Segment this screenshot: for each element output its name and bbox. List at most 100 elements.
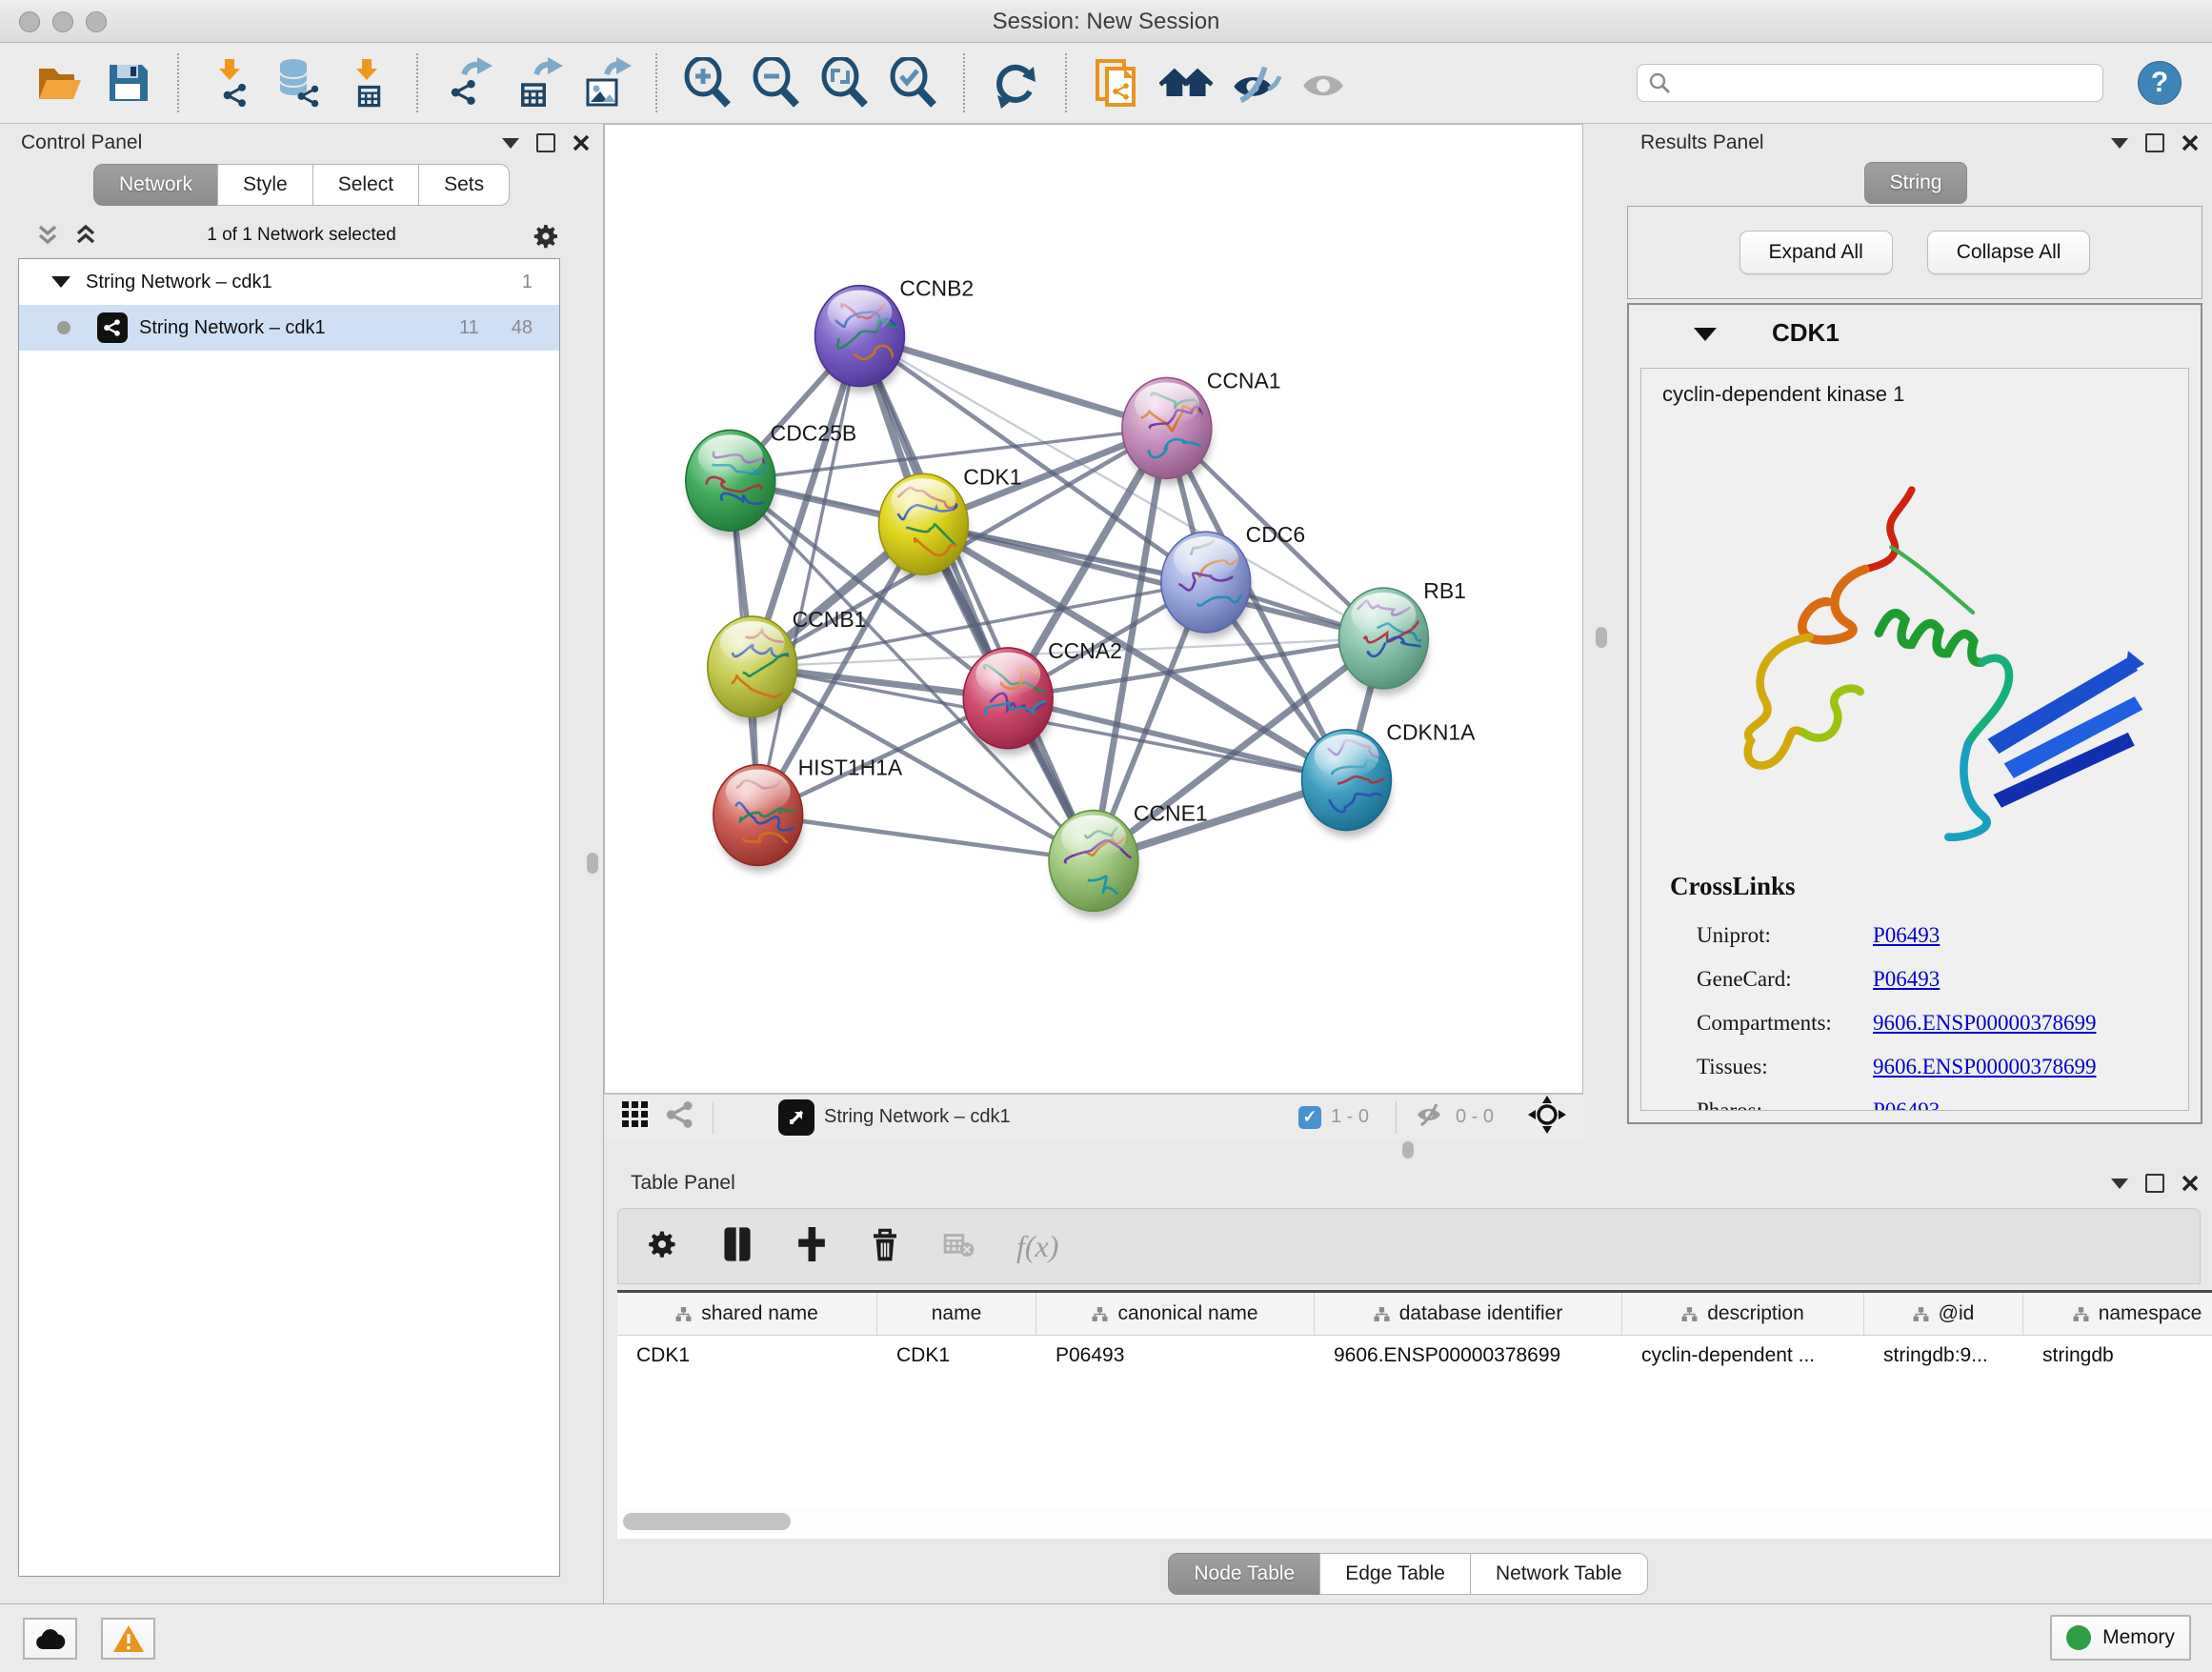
tab-sets[interactable]: Sets	[418, 164, 510, 206]
column-header-description[interactable]: description	[1622, 1293, 1864, 1335]
zoom-out-icon[interactable]	[750, 56, 803, 110]
expand-all-button[interactable]: Expand All	[1739, 231, 1893, 274]
open-session-icon[interactable]	[32, 56, 86, 110]
refresh-icon[interactable]	[989, 56, 1042, 110]
column-header-namespace[interactable]: namespace	[2023, 1293, 2212, 1335]
detach-view-button[interactable]	[778, 1099, 814, 1136]
import-table-file-icon[interactable]	[340, 56, 393, 110]
gene-section-header[interactable]: CDK1	[1629, 305, 2201, 364]
edge-CCNB2-HIST1H1A[interactable]	[758, 336, 860, 816]
network-node-CDKN1A[interactable]	[1302, 730, 1413, 837]
export-table-icon[interactable]	[511, 56, 564, 110]
network-node-CCNB2[interactable]	[815, 286, 918, 393]
float-panel-icon[interactable]	[2145, 133, 2164, 152]
float-panel-icon[interactable]	[536, 133, 555, 152]
table-cell[interactable]: stringdb	[2023, 1336, 2212, 1376]
tab-network-table[interactable]: Network Table	[1470, 1553, 1648, 1595]
crosslink-label: Tissues:	[1697, 1055, 1873, 1079]
tab-edge-table[interactable]: Edge Table	[1319, 1553, 1471, 1595]
cloud-status-button[interactable]	[23, 1618, 77, 1660]
collection-expand-icon[interactable]	[51, 276, 70, 288]
hidden-eye-icon[interactable]	[1414, 1102, 1446, 1132]
close-panel-icon[interactable]	[2182, 1175, 2199, 1192]
left-splitter-handle[interactable]	[587, 853, 598, 874]
export-image-icon[interactable]	[579, 56, 633, 110]
search-field-wrap	[1637, 64, 2103, 102]
network-row-selected[interactable]: String Network – cdk1 11 48	[19, 305, 559, 351]
close-panel-icon[interactable]	[573, 134, 590, 151]
crosslink-link[interactable]: P06493	[1873, 923, 1940, 948]
zoom-selected-icon[interactable]	[887, 56, 940, 110]
grid-view-icon[interactable]	[621, 1100, 650, 1134]
scrollbar-thumb[interactable]	[623, 1513, 791, 1530]
section-collapse-icon[interactable]	[1694, 328, 1717, 341]
column-header-shared-name[interactable]: shared name	[617, 1293, 877, 1335]
table-cell[interactable]: cyclin-dependent ...	[1622, 1336, 1864, 1376]
table-body: CDK1CDK1P064939606.ENSP00000378699cyclin…	[617, 1336, 2212, 1376]
edge-CCNB2-CCNE1[interactable]	[859, 336, 1094, 861]
network-collection-row[interactable]: String Network – cdk1 1	[19, 259, 559, 305]
network-node-CCNA2[interactable]	[963, 648, 1063, 755]
table-cell[interactable]: CDK1	[877, 1336, 1036, 1376]
search-input[interactable]	[1637, 64, 2103, 102]
panel-menu-icon[interactable]	[502, 138, 519, 149]
zoom-fit-icon[interactable]	[818, 56, 872, 110]
bottom-splitter-handle[interactable]	[1402, 1141, 1414, 1158]
import-network-database-icon[interactable]	[271, 56, 325, 110]
vertical-splitter[interactable]	[1583, 124, 1619, 1139]
network-share-icon[interactable]	[665, 1099, 695, 1135]
network-node-HIST1H1A[interactable]	[714, 765, 807, 873]
tab-string[interactable]: String	[1864, 162, 1968, 204]
network-node-RB1[interactable]	[1338, 588, 1438, 695]
tab-network[interactable]: Network	[93, 164, 218, 206]
houses-icon[interactable]	[1159, 56, 1213, 110]
network-node-CDC6[interactable]	[1161, 532, 1260, 639]
save-session-icon[interactable]	[101, 56, 154, 110]
help-button[interactable]: ?	[2138, 61, 2182, 105]
close-panel-icon[interactable]	[2182, 134, 2199, 151]
edge-HIST1H1A-CCNE1[interactable]	[758, 816, 1094, 861]
delete-column-trash-icon[interactable]	[870, 1226, 900, 1267]
float-panel-icon[interactable]	[2145, 1174, 2164, 1193]
crosslink-link[interactable]: 9606.ENSP00000378699	[1873, 1011, 2097, 1036]
collapse-all-button[interactable]: Collapse All	[1927, 231, 2091, 274]
add-column-icon[interactable]	[795, 1227, 828, 1266]
hide-selected-eye-icon[interactable]	[1228, 56, 1281, 110]
network-canvas[interactable]: CCNB2CCNA1CDC25BCDK1CDC6RB1CCNB1CCNA2CDK…	[604, 124, 1583, 1094]
panel-menu-icon[interactable]	[2111, 1178, 2128, 1189]
edge-CCNB2-CCNA1[interactable]	[859, 336, 1166, 429]
table-cell[interactable]: 9606.ENSP00000378699	[1315, 1336, 1622, 1376]
crosslink-link[interactable]: P06493	[1873, 1098, 1940, 1111]
right-splitter-handle[interactable]	[1596, 627, 1607, 648]
crosshair-icon[interactable]	[1528, 1096, 1566, 1138]
table-cell[interactable]: stringdb:9...	[1864, 1336, 2023, 1376]
horizontal-splitter[interactable]	[604, 1139, 2212, 1164]
string-network-graph[interactable]: CCNB2CCNA1CDC25BCDK1CDC6RB1CCNB1CCNA2CDK…	[605, 125, 1582, 1093]
show-columns-icon[interactable]	[721, 1226, 754, 1267]
export-network-icon[interactable]	[442, 56, 495, 110]
crosslink-link[interactable]: 9606.ENSP00000378699	[1873, 1055, 2097, 1079]
import-network-file-icon[interactable]	[203, 56, 256, 110]
column-header--id[interactable]: @id	[1864, 1293, 2023, 1335]
warning-status-button[interactable]	[101, 1618, 155, 1660]
tab-select[interactable]: Select	[312, 164, 419, 206]
column-header-name[interactable]: name	[877, 1293, 1036, 1335]
table-cell[interactable]: CDK1	[617, 1336, 877, 1376]
column-header-canonical-name[interactable]: canonical name	[1036, 1293, 1315, 1335]
tab-style[interactable]: Style	[217, 164, 313, 206]
network-options-gear-icon[interactable]	[531, 221, 561, 256]
tab-node-table[interactable]: Node Table	[1168, 1553, 1320, 1595]
memory-button[interactable]: Memory	[2050, 1615, 2191, 1661]
network-node-CCNE1[interactable]	[1049, 811, 1146, 918]
duplicate-network-icon[interactable]	[1091, 56, 1144, 110]
table-horizontal-scrollbar[interactable]	[617, 1509, 2212, 1534]
selected-nodes-checkbox[interactable]: ✓	[1298, 1106, 1321, 1129]
panel-menu-icon[interactable]	[2111, 138, 2128, 149]
table-settings-gear-icon[interactable]	[645, 1227, 679, 1266]
crosslink-link[interactable]: P06493	[1873, 967, 1940, 992]
zoom-in-icon[interactable]	[681, 56, 734, 110]
column-header-database-identifier[interactable]: database identifier	[1315, 1293, 1622, 1335]
table-cell[interactable]: P06493	[1036, 1336, 1315, 1376]
gene-details: cyclin-dependent kinase 1	[1640, 368, 2189, 1111]
table-row[interactable]: CDK1CDK1P064939606.ENSP00000378699cyclin…	[617, 1336, 2212, 1376]
